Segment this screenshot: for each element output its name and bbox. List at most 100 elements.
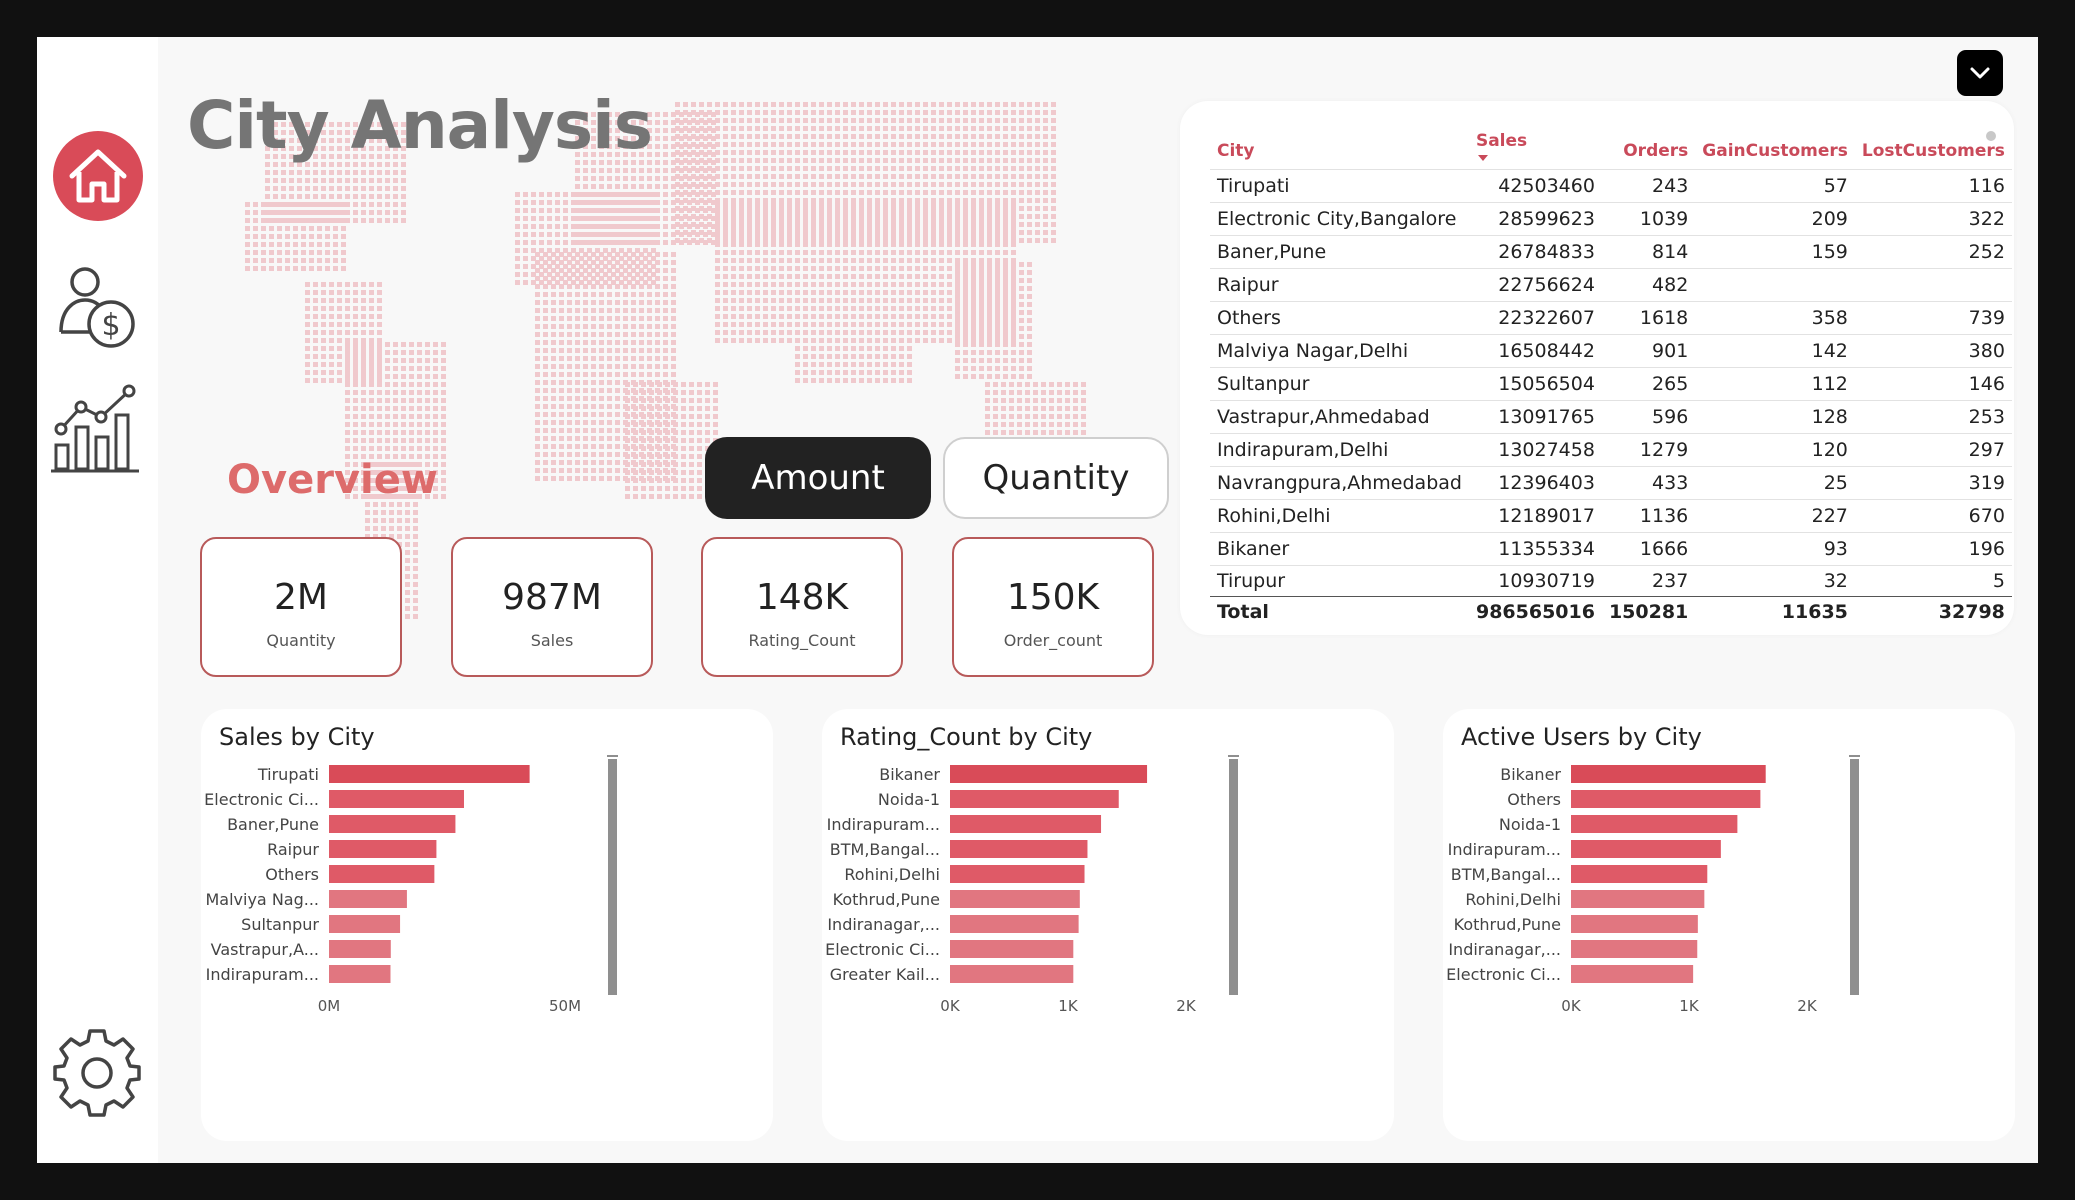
table-header-row: City Sales Orders GainCustomers LostCust…	[1210, 131, 2012, 170]
map-dot	[993, 382, 998, 387]
map-dot	[835, 282, 840, 287]
map-dot	[987, 294, 992, 299]
table-row[interactable]: Bikaner 11355334 1666 93 196	[1210, 532, 2012, 566]
map-dot	[515, 200, 520, 205]
table-row[interactable]: Electronic City,Bangalore 28599623 1039 209…	[1210, 202, 2012, 236]
map-dot	[657, 462, 662, 467]
map-dot	[671, 268, 676, 273]
map-dot	[377, 290, 382, 295]
map-dot	[955, 190, 960, 195]
map-dot	[1065, 422, 1070, 427]
settings-gear-icon[interactable]	[51, 1027, 143, 1119]
cell-orders: 433	[1601, 466, 1696, 500]
map-dot	[1019, 262, 1024, 267]
map-dot	[835, 274, 840, 279]
map-dot	[587, 208, 592, 213]
map-dot	[353, 374, 358, 379]
map-dot	[567, 396, 572, 401]
map-dot	[883, 282, 888, 287]
map-dot	[987, 174, 992, 179]
map-dot	[947, 110, 952, 115]
map-dot	[787, 298, 792, 303]
map-dot	[859, 174, 864, 179]
chart-scrollbar[interactable]	[608, 759, 617, 995]
table-row[interactable]: Vastrapur,Ahmedabad 13091765 596 128 253	[1210, 400, 2012, 434]
chart-scrollbar[interactable]	[1229, 759, 1238, 995]
map-dot	[611, 232, 616, 237]
map-dot	[963, 102, 968, 107]
map-dot	[515, 248, 520, 253]
map-dot	[675, 222, 680, 227]
map-dot	[827, 102, 832, 107]
map-dot	[779, 150, 784, 155]
table-row[interactable]: Navrangpura,Ahmedabad 12396403 433 25 319	[1210, 466, 2012, 500]
map-dot	[277, 202, 282, 207]
dropdown-button[interactable]	[1957, 50, 2003, 96]
map-dot	[441, 430, 446, 435]
table-row[interactable]: Raipur 22756624 482	[1210, 268, 2012, 302]
map-dot	[947, 330, 952, 335]
table-row[interactable]: Others 22322607 1618 358 739	[1210, 301, 2012, 335]
map-dot	[883, 362, 888, 367]
map-dot	[547, 232, 552, 237]
map-dot	[707, 182, 712, 187]
customer-revenue-icon[interactable]: $	[55, 262, 139, 352]
map-dot	[971, 234, 976, 239]
table-row[interactable]: Sultanpur 15056504 265 112 146	[1210, 367, 2012, 401]
table-row[interactable]: Baner,Pune 26784833 814 159 252	[1210, 235, 2012, 269]
map-dot	[923, 282, 928, 287]
map-dot	[859, 158, 864, 163]
amount-toggle-button[interactable]: Amount	[705, 437, 931, 519]
map-dot	[615, 348, 620, 353]
map-dot	[345, 170, 350, 175]
map-dot	[413, 574, 418, 579]
table-row[interactable]: Tirupur 10930719 237 32 5	[1210, 565, 2012, 597]
bar	[329, 940, 391, 958]
map-dot	[891, 134, 896, 139]
table-row[interactable]: Malviya Nagar,Delhi 16508442 901 142 380	[1210, 334, 2012, 368]
table-row[interactable]: Rohini,Delhi 12189017 1136 227 670	[1210, 499, 2012, 533]
map-dot	[405, 598, 410, 603]
map-dot	[995, 202, 1000, 207]
map-dot	[763, 202, 768, 207]
map-dot	[369, 358, 374, 363]
map-dot	[891, 306, 896, 311]
map-dot	[657, 406, 662, 411]
map-dot	[971, 310, 976, 315]
map-dot	[559, 444, 564, 449]
map-dot	[1035, 118, 1040, 123]
column-header-sales[interactable]: Sales	[1468, 131, 1602, 170]
column-header-city[interactable]: City	[1210, 131, 1469, 170]
column-header-gain-customers[interactable]: GainCustomers	[1695, 131, 1855, 170]
map-dot	[1009, 390, 1014, 395]
map-dot	[875, 274, 880, 279]
map-dot	[551, 308, 556, 313]
map-dot	[707, 126, 712, 131]
map-dot	[987, 242, 992, 247]
map-dot	[631, 268, 636, 273]
analytics-chart-icon[interactable]	[51, 383, 143, 475]
home-icon[interactable]	[52, 130, 144, 222]
map-dot	[683, 214, 688, 219]
map-dot	[293, 266, 298, 271]
map-dot	[607, 284, 612, 289]
chevron-down-icon	[1970, 67, 1990, 79]
table-row[interactable]: Indirapuram,Delhi 13027458 1279 120 297	[1210, 433, 2012, 467]
column-header-orders[interactable]: Orders	[1601, 131, 1696, 170]
table-scrollbar[interactable]	[1986, 131, 1996, 141]
table-row[interactable]: Tirupati 42503460 243 57 116	[1210, 169, 2012, 203]
map-dot	[317, 250, 322, 255]
map-dot	[285, 266, 290, 271]
map-dot	[771, 298, 776, 303]
map-dot	[691, 214, 696, 219]
map-dot	[771, 134, 776, 139]
quantity-toggle-button[interactable]: Quantity	[943, 437, 1169, 519]
cell-city: Vastrapur,Ahmedabad	[1210, 400, 1469, 434]
map-dot	[269, 210, 274, 215]
map-dot	[397, 534, 402, 539]
map-dot	[265, 194, 270, 199]
map-dot	[843, 110, 848, 115]
map-dot	[321, 178, 326, 183]
chart-scrollbar[interactable]	[1850, 759, 1859, 995]
map-dot	[633, 494, 638, 499]
